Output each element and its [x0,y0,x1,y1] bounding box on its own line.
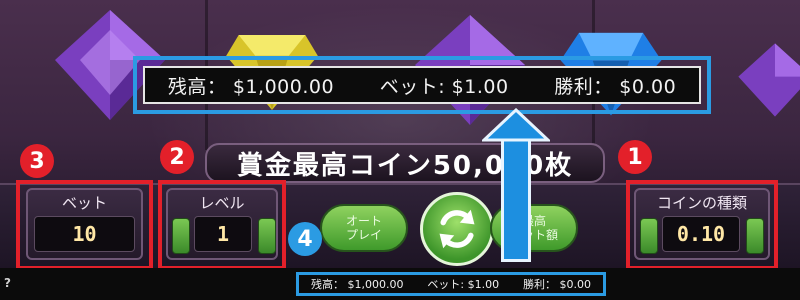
win-text: 勝利： $0.00 [554,75,677,98]
up-arrow-shaft [501,137,531,262]
purple-gem-icon [735,20,800,140]
bet-value[interactable]: 10 [34,216,135,252]
level-increase-button[interactable] [258,218,276,254]
bet-label: ベット [61,194,107,212]
up-arrow-icon [482,108,550,142]
refresh-icon [439,209,475,249]
spin-button[interactable] [420,192,494,266]
jackpot-banner: 賞金最高コイン50,000枚 [205,143,605,183]
level-label: レベル [199,194,245,212]
status-win: 勝利： $0.00 [523,278,592,291]
coin-increase-button[interactable] [746,218,764,254]
balance-text: 残高： $1,000.00 [167,75,335,98]
badge-2: 2 [160,140,194,174]
coin-decrease-button[interactable] [640,218,658,254]
badge-4: 4 [288,222,322,256]
status-balance-frame: 残高： $1,000.00 ベット: $1.00 勝利： $0.00 [296,272,606,296]
level-value: 1 [194,216,252,252]
status-balance: 残高： $1,000.00 [310,278,404,291]
badge-3: 3 [20,144,54,178]
bet-text: ベット: $1.00 [379,75,509,98]
balance-callout: 残高： $1,000.00 ベット: $1.00 勝利： $0.00 [133,56,711,114]
badge-1: 1 [618,140,652,174]
help-button[interactable]: ? [4,276,11,290]
level-decrease-button[interactable] [172,218,190,254]
autoplay-button[interactable]: オート プレイ [320,204,408,252]
autoplay-label: オート プレイ [345,214,382,242]
coin-type-value: 0.10 [662,216,740,252]
balance-bar-zoom: 残高： $1,000.00 ベット: $1.00 勝利： $0.00 [143,66,701,104]
coin-type-label: コインの種類 [656,194,747,212]
status-bet: ベット: $1.00 [427,278,500,291]
